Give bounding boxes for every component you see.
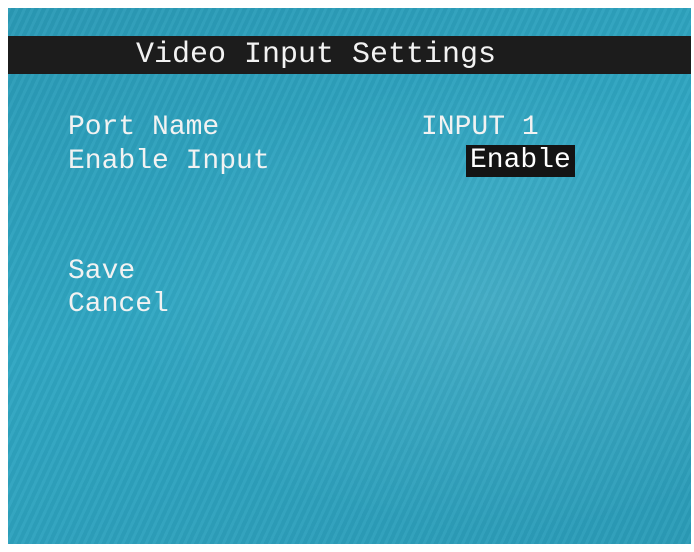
save-button[interactable]: Save [68,256,135,288]
port-name-field[interactable]: INPUT 1 [421,112,539,144]
enable-input-selector[interactable]: Enable [466,145,575,177]
osd-screen: Video Input Settings Port Name INPUT 1 E… [8,8,691,544]
enable-input-label: Enable Input [68,146,270,177]
port-name-label: Port Name [68,112,220,143]
cancel-button[interactable]: Cancel [68,289,169,321]
page-title: Video Input Settings [136,38,497,72]
